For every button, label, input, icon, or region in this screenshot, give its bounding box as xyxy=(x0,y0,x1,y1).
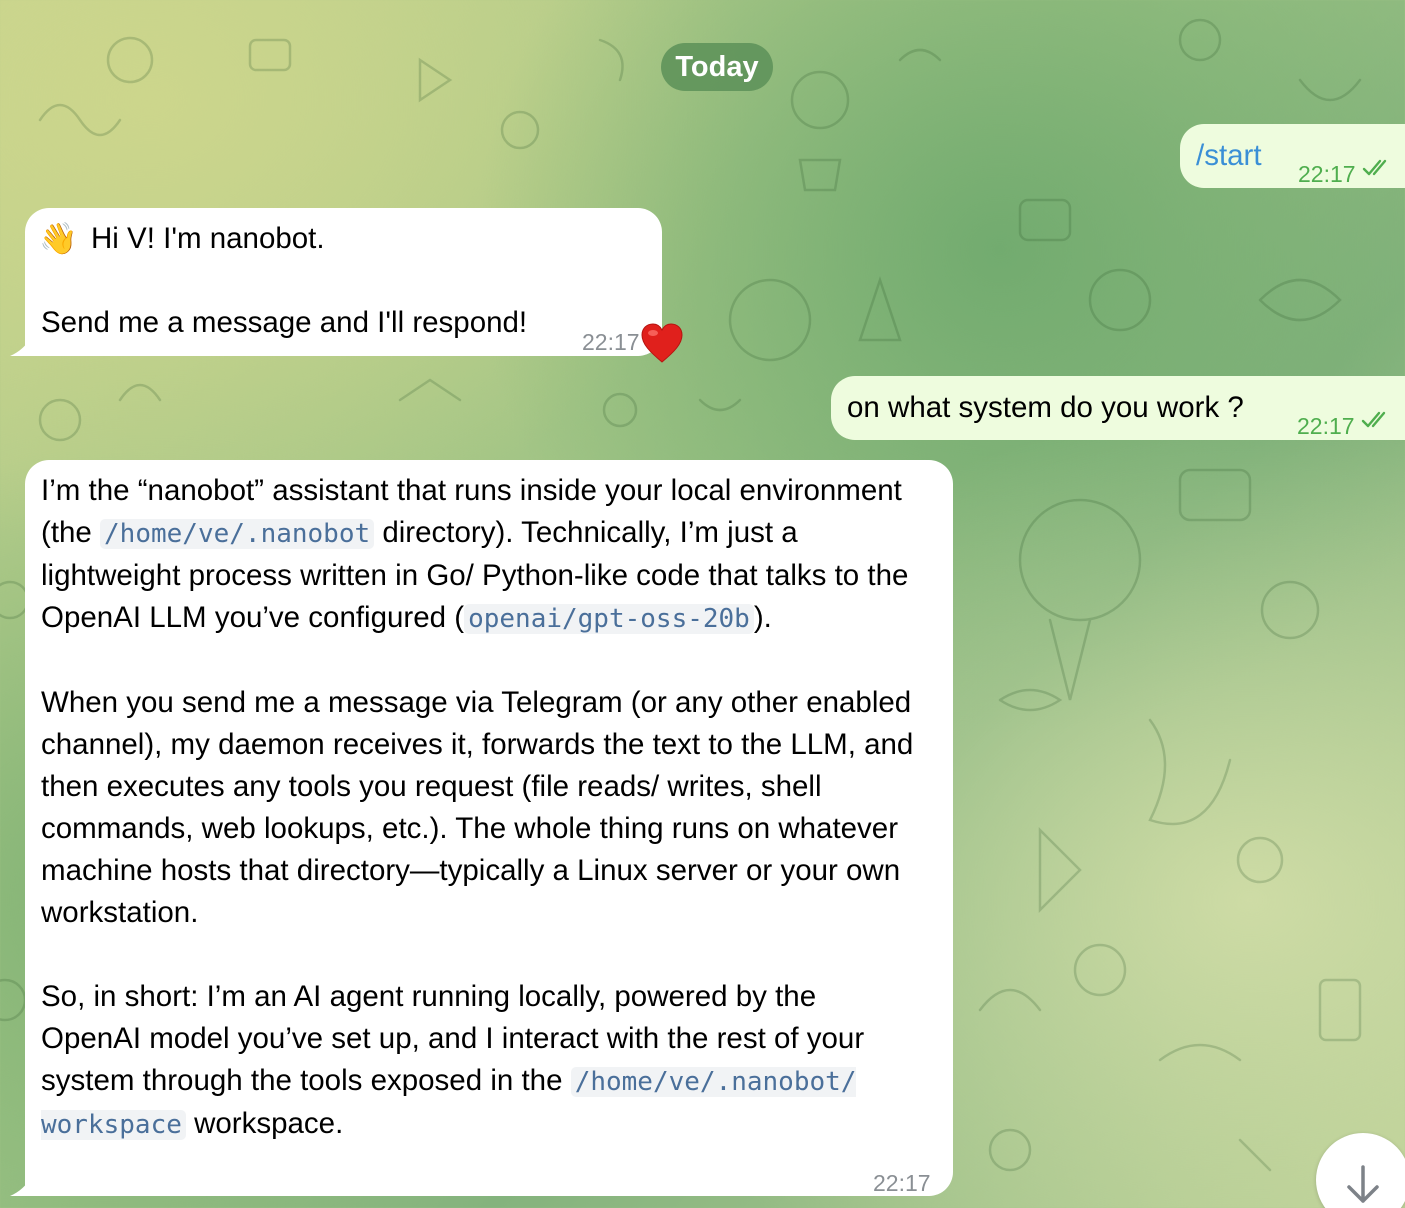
double-check-icon xyxy=(1361,411,1386,428)
answer-paragraph-1: I’m the “nanobot” assistant that runs in… xyxy=(41,474,909,634)
greeting-body: Send me a message and I'll respond! xyxy=(41,306,528,339)
answer-paragraph-3: So, in short: I’m an AI agent running lo… xyxy=(41,980,865,1140)
incoming-message-answer[interactable]: I’m the “nanobot” assistant that runs in… xyxy=(25,460,953,1196)
bot-command-link[interactable]: /start xyxy=(1196,135,1262,177)
arrow-down-icon xyxy=(1347,1165,1379,1203)
outgoing-text: on what system do you work ? xyxy=(847,391,1244,424)
answer-paragraph-2: When you send me a message via Telegram … xyxy=(41,686,914,929)
inline-code-model[interactable]: openai/gpt-oss-20b xyxy=(464,604,754,634)
message-time: 22:17 xyxy=(873,1170,931,1196)
inline-code-path[interactable]: /home/ve/.nanobot xyxy=(100,519,375,549)
message-time: 22:17 xyxy=(1298,161,1356,187)
outgoing-message-question[interactable]: on what system do you work ? 22:17 xyxy=(831,376,1405,440)
greeting-text: Hi V! I'm nanobot. xyxy=(91,222,325,255)
scroll-to-bottom-button[interactable] xyxy=(1316,1133,1405,1208)
waving-hand-emoji: 👋 xyxy=(39,221,78,256)
heart-icon xyxy=(641,323,683,363)
double-check-icon xyxy=(1362,159,1387,176)
incoming-message-greeting[interactable]: 👋 Hi V! I'm nanobot. Send me a message a… xyxy=(25,208,662,356)
reaction-heart[interactable] xyxy=(640,322,684,364)
outgoing-message-start[interactable]: /start 22:17 xyxy=(1180,124,1405,188)
message-time: 22:17 xyxy=(582,329,640,355)
date-separator: Today xyxy=(661,43,773,91)
message-time: 22:17 xyxy=(1297,413,1355,439)
